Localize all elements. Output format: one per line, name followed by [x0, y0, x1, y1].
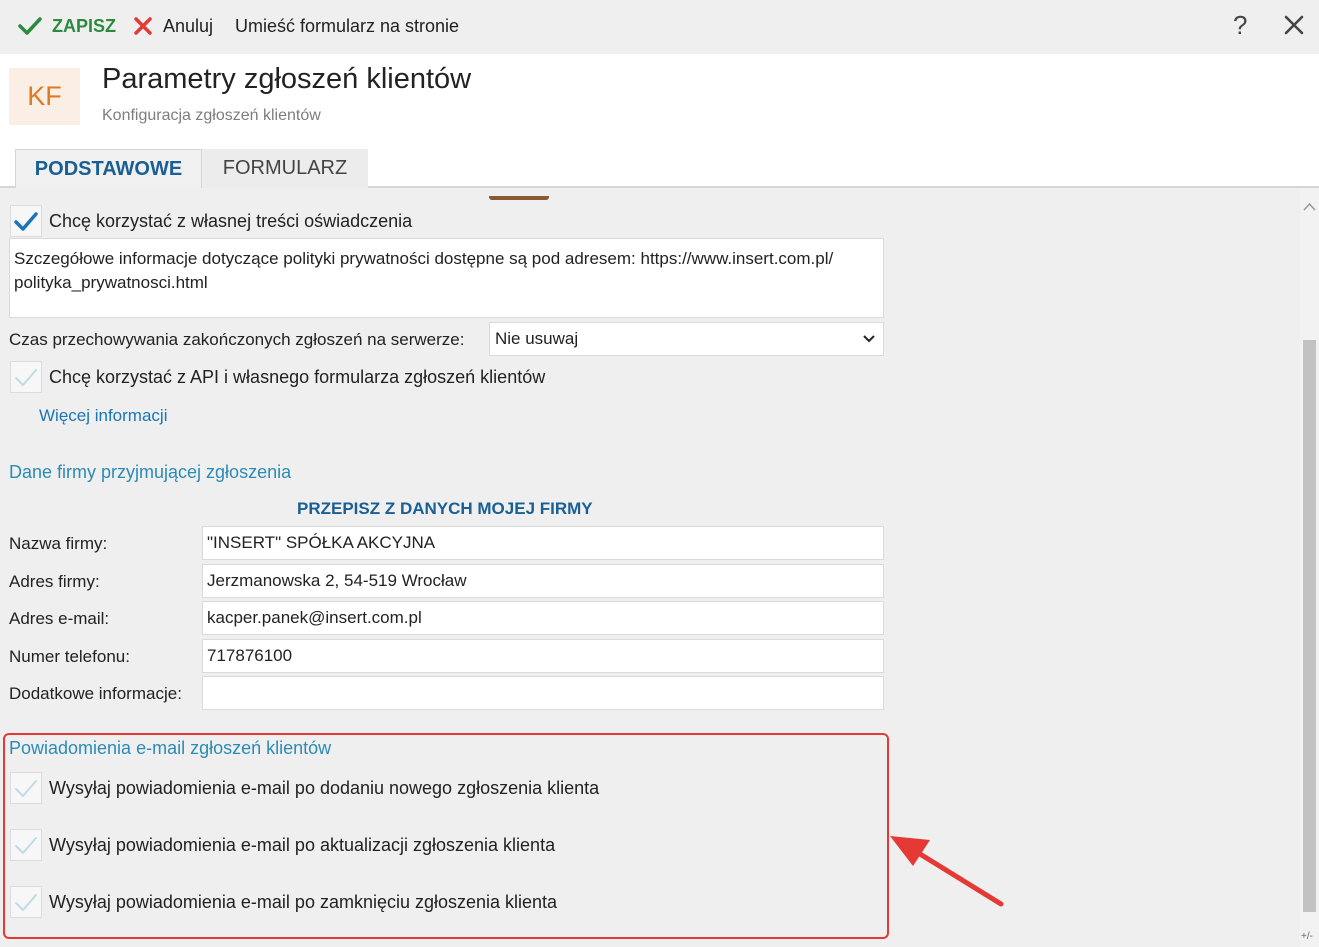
tab-bar: PODSTAWOWE FORMULARZ [0, 146, 1319, 188]
resize-corner: +/- [1301, 931, 1313, 942]
chevron-up-icon[interactable] [1303, 202, 1316, 211]
help-button[interactable]: ? [1233, 10, 1247, 41]
check-icon [15, 894, 37, 911]
email-label: Adres e-mail: [9, 609, 110, 628]
header: KF Parametry zgłoszeń klientów Konfigura… [0, 54, 1319, 146]
more-info-link[interactable]: Więcej informacji [39, 406, 167, 426]
consent-checkbox-label: Chcę korzystać z własnej treści oświadcz… [49, 210, 413, 231]
company-address-label: Adres firmy: [9, 572, 100, 591]
check-icon [18, 17, 42, 35]
additional-info-field[interactable] [202, 676, 884, 710]
page-subtitle: Konfiguracja zgłoszeń klientów [102, 107, 321, 124]
chevron-down-icon [863, 335, 875, 343]
scroll-hint [489, 196, 549, 200]
notify-new-label: Wysyłaj powiadomienia e-mail po dodaniu … [49, 777, 600, 798]
close-button[interactable] [1283, 14, 1305, 41]
notify-update-label: Wysyłaj powiadomienia e-mail po aktualiz… [49, 834, 556, 855]
consent-checkbox[interactable] [10, 205, 42, 237]
notifications-section-title: Powiadomienia e-mail zgłoszeń klientów [9, 738, 332, 758]
storage-label: Czas przechowywania zakończonych zgłosze… [9, 330, 465, 349]
notify-close-row[interactable]: Wysyłaj powiadomienia e-mail po zamknięc… [10, 886, 557, 918]
content-panel: Chcę korzystać z własnej treści oświadcz… [0, 188, 1300, 947]
save-button[interactable]: ZAPISZ [18, 13, 116, 39]
scrollbar-thumb[interactable] [1303, 340, 1316, 912]
consent-text-line: polityka_prywatnosci.html [14, 273, 208, 292]
notify-close-label: Wysyłaj powiadomienia e-mail po zamknięc… [49, 891, 558, 912]
cancel-button[interactable]: Anuluj [133, 13, 213, 39]
cancel-label: Anuluj [163, 15, 214, 36]
company-name-field[interactable]: "INSERT" SPÓŁKA AKCYJNA [202, 526, 884, 560]
notify-new-checkbox[interactable] [10, 772, 42, 804]
place-form-button[interactable]: Umieść formularz na stronie [235, 13, 459, 39]
consent-text-line: Szczegółowe informacje dotyczące polityk… [14, 249, 834, 268]
additional-info-label: Dodatkowe informacje: [9, 684, 182, 703]
save-label: ZAPISZ [52, 15, 117, 36]
tab-form[interactable]: FORMULARZ [202, 149, 368, 188]
api-checkbox-row[interactable]: Chcę korzystać z API i własnego formular… [10, 361, 545, 393]
notify-update-checkbox[interactable] [10, 829, 42, 861]
vertical-scrollbar[interactable] [1300, 188, 1319, 947]
copy-company-data-button[interactable]: PRZEPISZ Z DANYCH MOJEJ FIRMY [297, 499, 593, 519]
notify-close-checkbox[interactable] [10, 886, 42, 918]
check-icon [15, 780, 37, 797]
x-icon [134, 17, 152, 35]
check-icon [15, 837, 37, 854]
phone-field[interactable]: 717876100 [202, 639, 884, 673]
consent-text-area[interactable]: Szczegółowe informacje dotyczące polityk… [9, 238, 884, 318]
red-arrow-icon [890, 836, 1004, 907]
api-checkbox[interactable] [10, 361, 42, 393]
storage-select[interactable]: Nie usuwaj [489, 322, 884, 356]
storage-select-value: Nie usuwaj [495, 329, 579, 348]
app-logo: KF [9, 68, 80, 125]
toolbar: ZAPISZ Anuluj Umieść formularz na stroni… [0, 0, 1319, 54]
email-field[interactable]: kacper.panek@insert.com.pl [202, 601, 884, 635]
check-icon [15, 369, 37, 386]
consent-checkbox-row[interactable]: Chcę korzystać z własnej treści oświadcz… [10, 205, 412, 237]
company-address-field[interactable]: Jerzmanowska 2, 54-519 Wrocław [202, 564, 884, 598]
phone-label: Numer telefonu: [9, 647, 130, 666]
api-checkbox-label: Chcę korzystać z API i własnego formular… [49, 366, 546, 387]
check-icon [14, 212, 38, 231]
company-address-value: Jerzmanowska 2, 54-519 Wrocław [207, 571, 467, 590]
notify-update-row[interactable]: Wysyłaj powiadomienia e-mail po aktualiz… [10, 829, 555, 861]
notify-new-row[interactable]: Wysyłaj powiadomienia e-mail po dodaniu … [10, 772, 599, 804]
phone-value: 717876100 [207, 646, 293, 665]
tab-basic[interactable]: PODSTAWOWE [15, 149, 202, 188]
company-name-value: "INSERT" SPÓŁKA AKCYJNA [207, 533, 436, 552]
close-icon [1284, 15, 1304, 35]
company-name-label: Nazwa firmy: [9, 534, 108, 553]
page-title: Parametry zgłoszeń klientów [102, 63, 472, 95]
company-section-title: Dane firmy przyjmującej zgłoszenia [9, 462, 292, 482]
place-form-label: Umieść formularz na stronie [235, 15, 460, 36]
email-value: kacper.panek@insert.com.pl [207, 608, 422, 627]
